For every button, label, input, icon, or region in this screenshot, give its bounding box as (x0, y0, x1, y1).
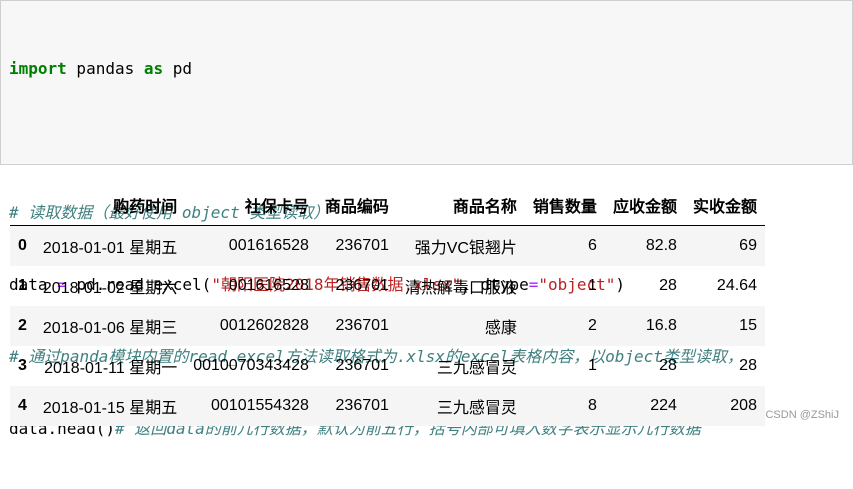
cell: 224 (650, 397, 677, 414)
cell: 00101554328 (211, 397, 309, 414)
cell: 6 (588, 237, 597, 254)
cell: 236701 (335, 397, 389, 414)
cell: 2018-01-01 星期五 (42, 240, 178, 257)
column-header: 社保卡号 (244, 199, 309, 216)
column-header: 实收金额 (692, 199, 757, 216)
row-index: 4 (18, 397, 27, 414)
cell: 001616528 (228, 237, 309, 254)
cell: 236701 (335, 237, 389, 254)
cell: 2 (588, 317, 597, 334)
cell: 2018-01-15 星期五 (42, 400, 178, 417)
column-header: 销售数量 (532, 199, 597, 216)
column-header: 商品编码 (324, 199, 389, 216)
table-row: 4 2018-01-15 星期五 00101554328 236701 三九感冒… (10, 386, 765, 426)
cell: 15 (739, 317, 757, 334)
cell: 69 (739, 237, 757, 254)
cell: 8 (588, 397, 597, 414)
cell: 0010070343428 (193, 357, 309, 374)
cell: 28 (659, 277, 677, 294)
code-cell[interactable]: import pandas as pd # 读取数据（最好使用 object 类… (0, 0, 853, 438)
keyword-as: as (143, 59, 164, 78)
watermark: CSDN @ZShiJ (765, 409, 839, 421)
code-line-1: import pandas as pd (9, 57, 743, 81)
cell: 208 (730, 397, 757, 414)
cell: 2018-01-11 星期一 (44, 360, 178, 377)
cell: 2018-01-02 星期六 (42, 280, 178, 297)
cell: 28 (659, 357, 677, 374)
cell: 24.64 (716, 277, 757, 294)
column-header: 商品名称 (452, 199, 517, 216)
column-header: 应收金额 (612, 199, 677, 216)
cell: 2018-01-06 星期三 (42, 320, 178, 337)
row-index: 1 (18, 277, 27, 294)
keyword-import: import (9, 59, 67, 78)
cell: 三九感冒灵 (436, 360, 517, 377)
dataframe-output: 购药时间 社保卡号 商品编码 商品名称 销售数量 应收金额 实收金额 0 201… (10, 185, 765, 426)
cell: 强力VC银翘片 (414, 240, 517, 257)
row-index: 2 (18, 317, 27, 334)
row-index: 3 (18, 357, 27, 374)
cell: 0012602828 (219, 317, 309, 334)
table-header-row: 购药时间 社保卡号 商品编码 商品名称 销售数量 应收金额 实收金额 (10, 185, 765, 226)
cell: 001616528 (228, 277, 309, 294)
module-name: pandas (66, 59, 144, 78)
row-index: 0 (18, 237, 27, 254)
cell: 28 (739, 357, 757, 374)
module-alias: pd (163, 59, 193, 78)
column-header: 购药时间 (113, 199, 178, 216)
cell: 清热解毒口服液 (404, 280, 517, 297)
cell: 236701 (335, 357, 389, 374)
cell: 1 (588, 357, 597, 374)
table-row: 3 2018-01-11 星期一 0010070343428 236701 三九… (10, 346, 765, 386)
table-row: 2 2018-01-06 星期三 0012602828 236701 感康 2 … (10, 306, 765, 346)
table-row: 0 2018-01-01 星期五 001616528 236701 强力VC银翘… (10, 225, 765, 266)
cell: 236701 (335, 277, 389, 294)
cell: 感康 (484, 320, 517, 337)
cell: 82.8 (645, 237, 677, 254)
cell: 三九感冒灵 (436, 400, 517, 417)
cell: 1 (588, 277, 597, 294)
cell: 236701 (335, 317, 389, 334)
index-header (10, 185, 35, 226)
cell: 16.8 (645, 317, 677, 334)
table-row: 1 2018-01-02 星期六 001616528 236701 清热解毒口服… (10, 266, 765, 306)
